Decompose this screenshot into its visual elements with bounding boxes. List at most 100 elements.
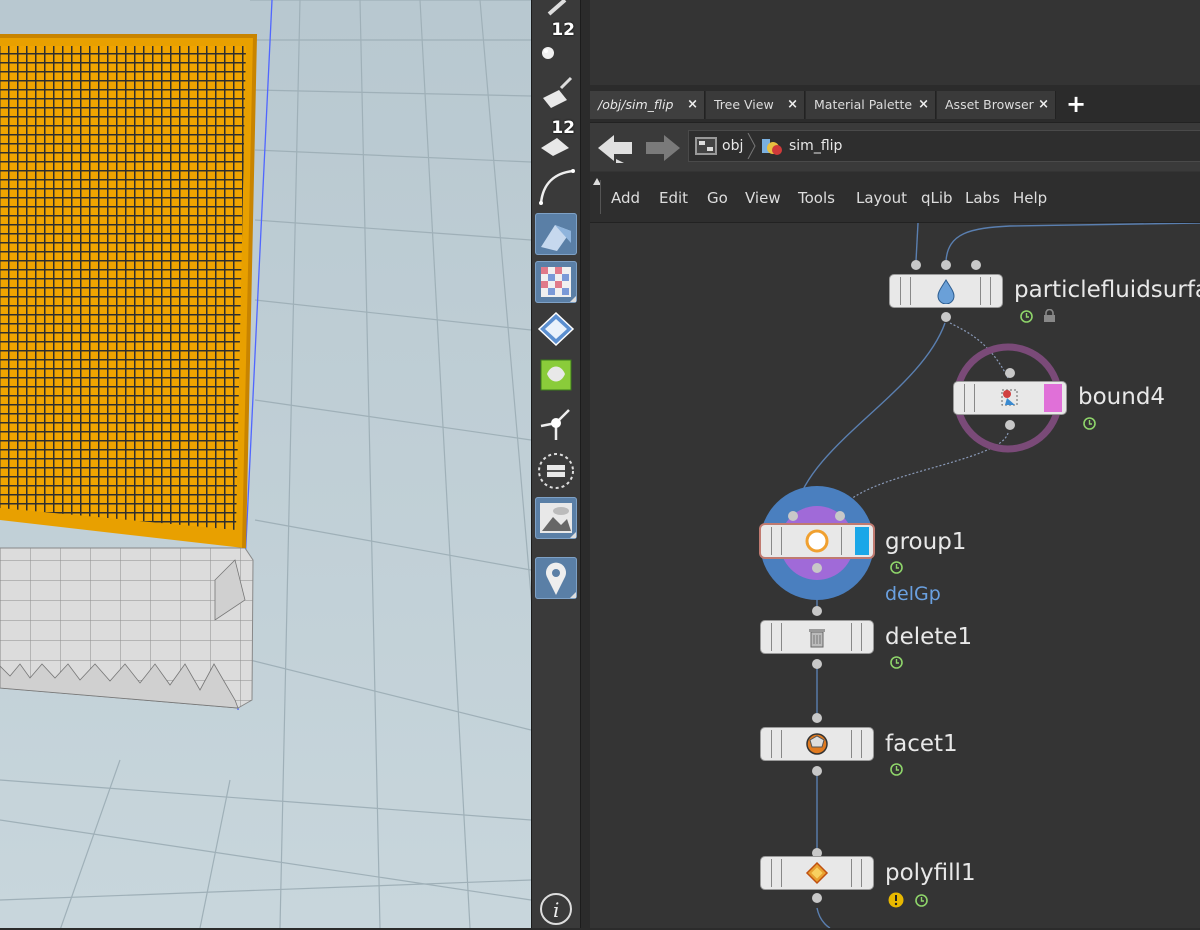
output-port[interactable]	[812, 766, 822, 776]
close-icon[interactable]: ×	[687, 91, 698, 119]
display-flag[interactable]	[1044, 384, 1062, 412]
checker-tool[interactable]	[535, 261, 577, 303]
tab-material-palette[interactable]: Material Palette ×	[806, 91, 936, 119]
info-button[interactable]: i	[535, 888, 577, 930]
menu-go[interactable]: Go	[707, 189, 728, 207]
add-tab-button[interactable]: +	[1066, 90, 1086, 118]
menu-labs[interactable]: Labs	[965, 189, 1000, 207]
viewport-scene	[0, 0, 531, 928]
menu-help[interactable]: Help	[1013, 189, 1047, 207]
dop-network-icon	[762, 139, 782, 155]
diamond-tool[interactable]	[535, 309, 577, 351]
output-port[interactable]	[812, 563, 822, 573]
node-facet1[interactable]	[761, 728, 873, 760]
input-port[interactable]	[812, 713, 822, 723]
time-dependent-icon	[1083, 417, 1096, 430]
tool-shelf: 12 12 i	[531, 0, 581, 928]
node-label-group1[interactable]: group1	[885, 529, 966, 555]
input-port[interactable]	[835, 511, 845, 521]
node-label-particlefluidsurface[interactable]: particlefluidsurfa	[1014, 277, 1200, 303]
tab-asset-browser[interactable]: Asset Browser ×	[937, 91, 1056, 119]
pivot-tool-icon	[540, 409, 570, 440]
close-icon[interactable]: ×	[787, 91, 798, 119]
menu-edit[interactable]: Edit	[659, 189, 688, 207]
paint-tool-icon	[543, 76, 573, 108]
edit-tool-icon	[538, 453, 574, 489]
warning-icon	[888, 892, 904, 908]
tab-asset-browser-label: Asset Browser	[945, 97, 1034, 112]
edit-tool[interactable]	[535, 450, 577, 492]
tab-sim-flip[interactable]: /obj/sim_flip ×	[590, 91, 705, 119]
input-port[interactable]	[911, 260, 921, 270]
tab-tree-view-label: Tree View	[714, 97, 774, 112]
output-port[interactable]	[941, 312, 951, 322]
forward-arrow-icon[interactable]	[642, 133, 682, 163]
brush-tool-badge: 12	[551, 118, 575, 138]
back-arrow-icon[interactable]	[596, 133, 636, 163]
breadcrumb-separator-icon	[747, 133, 756, 159]
curve-tool[interactable]	[535, 165, 577, 207]
fluid-mesh	[0, 46, 246, 530]
time-dependent-icon	[890, 561, 903, 574]
3d-viewport[interactable]	[0, 0, 531, 928]
node-bound4[interactable]	[954, 382, 1066, 414]
input-port[interactable]	[971, 260, 981, 270]
breadcrumb-sim-flip[interactable]: sim_flip	[789, 131, 842, 161]
tab-tree-view[interactable]: Tree View ×	[706, 91, 805, 119]
menu-qlib[interactable]: qLib	[921, 189, 953, 207]
lock-icon	[1044, 309, 1055, 322]
menu-bar: Add Edit Go View Tools Layout qLib Labs …	[590, 172, 1200, 223]
tab-material-palette-label: Material Palette	[814, 97, 913, 112]
time-dependent-icon	[890, 656, 903, 669]
node-label-polyfill1[interactable]: polyfill1	[885, 860, 976, 886]
node-label-bound4[interactable]: bound4	[1078, 384, 1165, 410]
pivot-tool[interactable]	[535, 402, 577, 444]
sphere-tool-badge: 12	[551, 20, 575, 40]
input-port[interactable]	[788, 511, 798, 521]
trash-icon	[809, 629, 825, 648]
bounding-box-icon	[1001, 389, 1018, 406]
facet-sphere-icon	[806, 733, 828, 755]
close-icon[interactable]: ×	[1038, 91, 1049, 119]
obj-level-icon	[695, 137, 717, 155]
polyfill-icon	[805, 861, 829, 885]
input-port[interactable]	[812, 606, 822, 616]
network-editor[interactable]: particlefluidsurfa bound4 group1 delGp d…	[590, 223, 1200, 928]
pin-tool[interactable]	[535, 557, 577, 599]
output-port[interactable]	[812, 893, 822, 903]
sphere-tool[interactable]: 12	[535, 20, 577, 64]
breadcrumb-obj[interactable]: obj	[722, 131, 743, 161]
menu-add[interactable]: Add	[611, 189, 640, 207]
menu-tools[interactable]: Tools	[798, 189, 835, 207]
node-label-delete1[interactable]: delete1	[885, 624, 972, 650]
menu-view[interactable]: View	[745, 189, 781, 207]
input-port[interactable]	[941, 260, 951, 270]
breadcrumb: obj sim_flip	[688, 130, 1200, 162]
time-dependent-icon	[1020, 310, 1033, 323]
pane-tab-bar: /obj/sim_flip × Tree View × Material Pal…	[590, 85, 1200, 122]
uv-tool[interactable]	[535, 354, 577, 396]
paint-tool[interactable]	[535, 72, 577, 114]
close-icon[interactable]: ×	[918, 91, 929, 119]
select-tool[interactable]	[535, 213, 577, 255]
image-tool[interactable]	[535, 497, 577, 539]
menu-layout[interactable]: Layout	[856, 189, 907, 207]
output-port[interactable]	[1005, 420, 1015, 430]
select-tool-icon	[541, 225, 571, 251]
node-wires	[760, 223, 1200, 928]
node-group1[interactable]	[761, 525, 873, 557]
time-dependent-icon	[890, 763, 903, 776]
node-polyfill1[interactable]	[761, 857, 873, 889]
group-name-comment: delGp	[885, 583, 941, 605]
node-particlefluidsurface[interactable]	[890, 275, 1002, 307]
input-port[interactable]	[1005, 368, 1015, 378]
info-icon: i	[540, 893, 572, 925]
display-flag[interactable]	[855, 527, 869, 555]
output-port[interactable]	[812, 659, 822, 669]
node-delete1[interactable]	[761, 621, 873, 653]
pane-divider[interactable]	[581, 0, 590, 928]
node-label-facet1[interactable]: facet1	[885, 731, 958, 757]
brush-tool[interactable]: 12	[535, 118, 577, 162]
time-dependent-icon	[915, 894, 928, 907]
group-ring-icon	[805, 529, 829, 553]
